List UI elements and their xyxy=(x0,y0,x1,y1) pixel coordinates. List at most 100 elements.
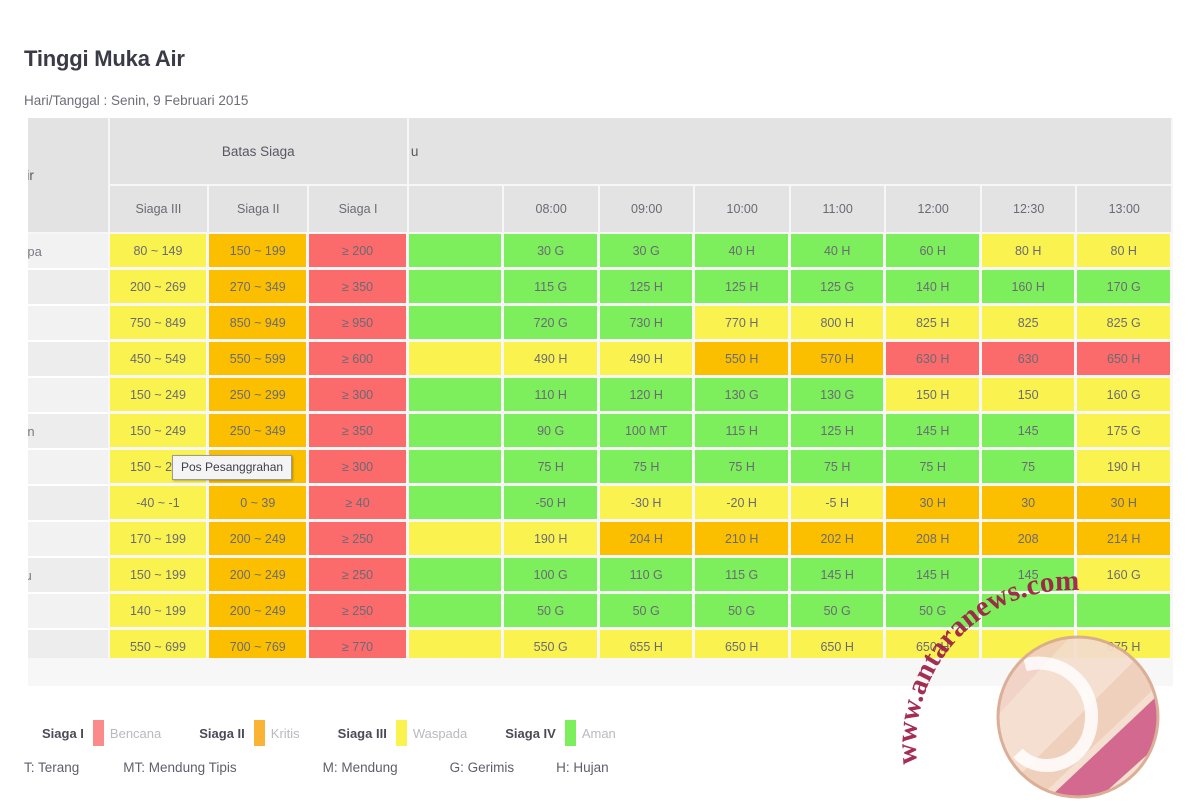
threshold-siaga-3-cell[interactable]: 550 ~ 699 xyxy=(109,630,210,658)
table-scroll-viewport[interactable]: Pintu Air Batas Siaga u Siaga III Siaga … xyxy=(28,118,1173,658)
reading-cell[interactable]: 490 H xyxy=(599,342,696,378)
reading-cell[interactable]: 170 G xyxy=(1077,270,1173,306)
reading-cell[interactable]: 800 H xyxy=(790,306,887,342)
column-header-time-1100[interactable]: 11:00 xyxy=(790,186,887,234)
reading-cell-clipped[interactable] xyxy=(408,270,505,306)
threshold-siaga-2-cell[interactable]: 200 ~ 249 xyxy=(209,594,310,630)
reading-cell[interactable]: 145 xyxy=(981,414,1078,450)
reading-cell[interactable]: 650 H xyxy=(695,630,791,658)
reading-cell[interactable] xyxy=(981,630,1078,658)
threshold-siaga-2-cell[interactable]: 270 ~ 349 xyxy=(209,270,310,306)
threshold-siaga-3-cell[interactable]: 170 ~ 199 xyxy=(109,522,210,558)
threshold-siaga-3-cell[interactable]: 150 ~ 199 xyxy=(109,558,210,594)
table-row[interactable]: Pos Sunter Hulu140 ~ 199200 ~ 249≥ 250 50… xyxy=(28,594,1173,630)
reading-cell[interactable] xyxy=(981,594,1078,630)
threshold-siaga-1-cell[interactable]: ≥ 250 xyxy=(309,594,409,630)
reading-cell[interactable]: 145 H xyxy=(886,558,982,594)
reading-cell[interactable]: 60 H xyxy=(886,234,982,270)
reading-cell[interactable]: 825 H xyxy=(886,306,982,342)
column-header-time-1000[interactable]: 10:00 xyxy=(695,186,791,234)
reading-cell[interactable]: 204 H xyxy=(599,522,696,558)
reading-cell-clipped[interactable] xyxy=(408,306,505,342)
threshold-siaga-2-cell[interactable]: 250 ~ 299 xyxy=(209,378,310,414)
reading-cell[interactable]: 115 G xyxy=(504,270,600,306)
reading-cell[interactable]: 730 H xyxy=(599,306,696,342)
reading-cell[interactable]: 30 G xyxy=(599,234,696,270)
column-header-siaga-3[interactable]: Siaga III xyxy=(109,186,210,234)
reading-cell[interactable]: 125 H xyxy=(790,414,887,450)
reading-cell[interactable]: 655 H xyxy=(599,630,696,658)
station-name-cell[interactable]: Pos Sunter Hulu xyxy=(28,594,110,630)
reading-cell-clipped[interactable] xyxy=(408,522,505,558)
reading-cell[interactable]: 650 H xyxy=(1077,342,1173,378)
reading-cell[interactable]: 75 H xyxy=(790,450,887,486)
reading-cell[interactable]: 214 H xyxy=(1077,522,1173,558)
threshold-siaga-1-cell[interactable]: ≥ 770 xyxy=(309,630,409,658)
reading-cell[interactable]: 75 H xyxy=(504,450,600,486)
reading-cell[interactable]: 630 H xyxy=(886,342,982,378)
reading-cell[interactable]: 190 H xyxy=(504,522,600,558)
reading-cell[interactable]: 145 xyxy=(981,558,1078,594)
reading-cell[interactable]: 30 xyxy=(981,486,1078,522)
threshold-siaga-1-cell[interactable]: ≥ 600 xyxy=(309,342,409,378)
threshold-siaga-2-cell[interactable]: 150 ~ 199 xyxy=(209,234,310,270)
reading-cell[interactable]: 150 H xyxy=(886,378,982,414)
threshold-siaga-1-cell[interactable]: ≥ 300 xyxy=(309,450,409,486)
reading-cell[interactable]: 110 G xyxy=(599,558,696,594)
reading-cell[interactable]: 120 H xyxy=(599,378,696,414)
reading-cell[interactable]: 50 G xyxy=(504,594,600,630)
reading-cell[interactable]: 75 xyxy=(981,450,1078,486)
reading-cell[interactable]: 208 xyxy=(981,522,1078,558)
threshold-siaga-2-cell[interactable]: 0 ~ 39 xyxy=(209,486,310,522)
station-name-cell[interactable]: Pos Cipinang Hulu xyxy=(28,558,110,594)
reading-cell[interactable]: 100 G xyxy=(504,558,600,594)
threshold-siaga-3-cell[interactable]: 140 ~ 199 xyxy=(109,594,210,630)
reading-cell[interactable]: 30 H xyxy=(1077,486,1173,522)
station-name-cell[interactable]: PA Pulo Gadung xyxy=(28,630,110,658)
reading-cell[interactable] xyxy=(1077,594,1173,630)
reading-cell[interactable]: 190 H xyxy=(1077,450,1173,486)
table-row[interactable]: Pos Pesanggrahan150 ~ 249250 ~ 349≥ 350 9… xyxy=(28,414,1173,450)
column-header-pintu-air[interactable]: Pintu Air xyxy=(28,118,110,234)
reading-cell[interactable]: 40 H xyxy=(695,234,791,270)
reading-cell[interactable]: 210 H xyxy=(695,522,791,558)
reading-cell[interactable]: 80 H xyxy=(981,234,1078,270)
threshold-siaga-2-cell[interactable]: 200 ~ 249 xyxy=(209,522,310,558)
threshold-siaga-1-cell[interactable]: ≥ 350 xyxy=(309,414,409,450)
threshold-siaga-1-cell[interactable]: ≥ 250 xyxy=(309,522,409,558)
reading-cell[interactable]: 145 H xyxy=(886,414,982,450)
table-row[interactable]: Bendung Katulampa80 ~ 149150 ~ 199≥ 200 3… xyxy=(28,234,1173,270)
column-header-time-1200[interactable]: 12:00 xyxy=(886,186,982,234)
reading-cell[interactable]: 125 H xyxy=(599,270,696,306)
reading-cell-clipped[interactable] xyxy=(408,558,505,594)
reading-cell[interactable]: 125 H xyxy=(695,270,791,306)
column-header-siaga-1[interactable]: Siaga I xyxy=(309,186,409,234)
reading-cell[interactable]: 30 H xyxy=(886,486,982,522)
reading-cell[interactable]: 650 H xyxy=(886,630,982,658)
threshold-siaga-1-cell[interactable]: ≥ 200 xyxy=(309,234,409,270)
threshold-siaga-3-cell[interactable]: 450 ~ 549 xyxy=(109,342,210,378)
reading-cell[interactable]: 770 H xyxy=(695,306,791,342)
threshold-siaga-2-cell[interactable]: 200 ~ 249 xyxy=(209,558,310,594)
reading-cell[interactable]: 130 G xyxy=(695,378,791,414)
reading-cell-clipped[interactable] xyxy=(408,630,505,658)
reading-cell[interactable]: 150 xyxy=(981,378,1078,414)
threshold-siaga-3-cell[interactable]: 80 ~ 149 xyxy=(109,234,210,270)
reading-cell[interactable]: -5 H xyxy=(790,486,887,522)
threshold-siaga-2-cell[interactable]: 850 ~ 949 xyxy=(209,306,310,342)
station-name-cell[interactable]: Pos Depok xyxy=(28,270,110,306)
reading-cell[interactable]: 160 H xyxy=(981,270,1078,306)
table-row[interactable]: PA Karet450 ~ 549550 ~ 599≥ 600 490 H490 … xyxy=(28,342,1173,378)
threshold-siaga-1-cell[interactable]: ≥ 250 xyxy=(309,558,409,594)
table-row[interactable]: PA Pulo Gadung550 ~ 699700 ~ 769≥ 770 550… xyxy=(28,630,1173,658)
threshold-siaga-1-cell[interactable]: ≥ 40 xyxy=(309,486,409,522)
reading-cell[interactable]: 720 G xyxy=(504,306,600,342)
reading-cell[interactable]: 125 G xyxy=(790,270,887,306)
station-name-cell[interactable]: Pos Pesanggrahan xyxy=(28,414,110,450)
reading-cell[interactable]: 90 G xyxy=(504,414,600,450)
reading-cell[interactable]: 130 G xyxy=(790,378,887,414)
threshold-siaga-3-cell[interactable]: 750 ~ 849 xyxy=(109,306,210,342)
reading-cell-clipped[interactable] xyxy=(408,450,505,486)
reading-cell[interactable]: 160 G xyxy=(1077,378,1173,414)
reading-cell[interactable]: 825 G xyxy=(1077,306,1173,342)
